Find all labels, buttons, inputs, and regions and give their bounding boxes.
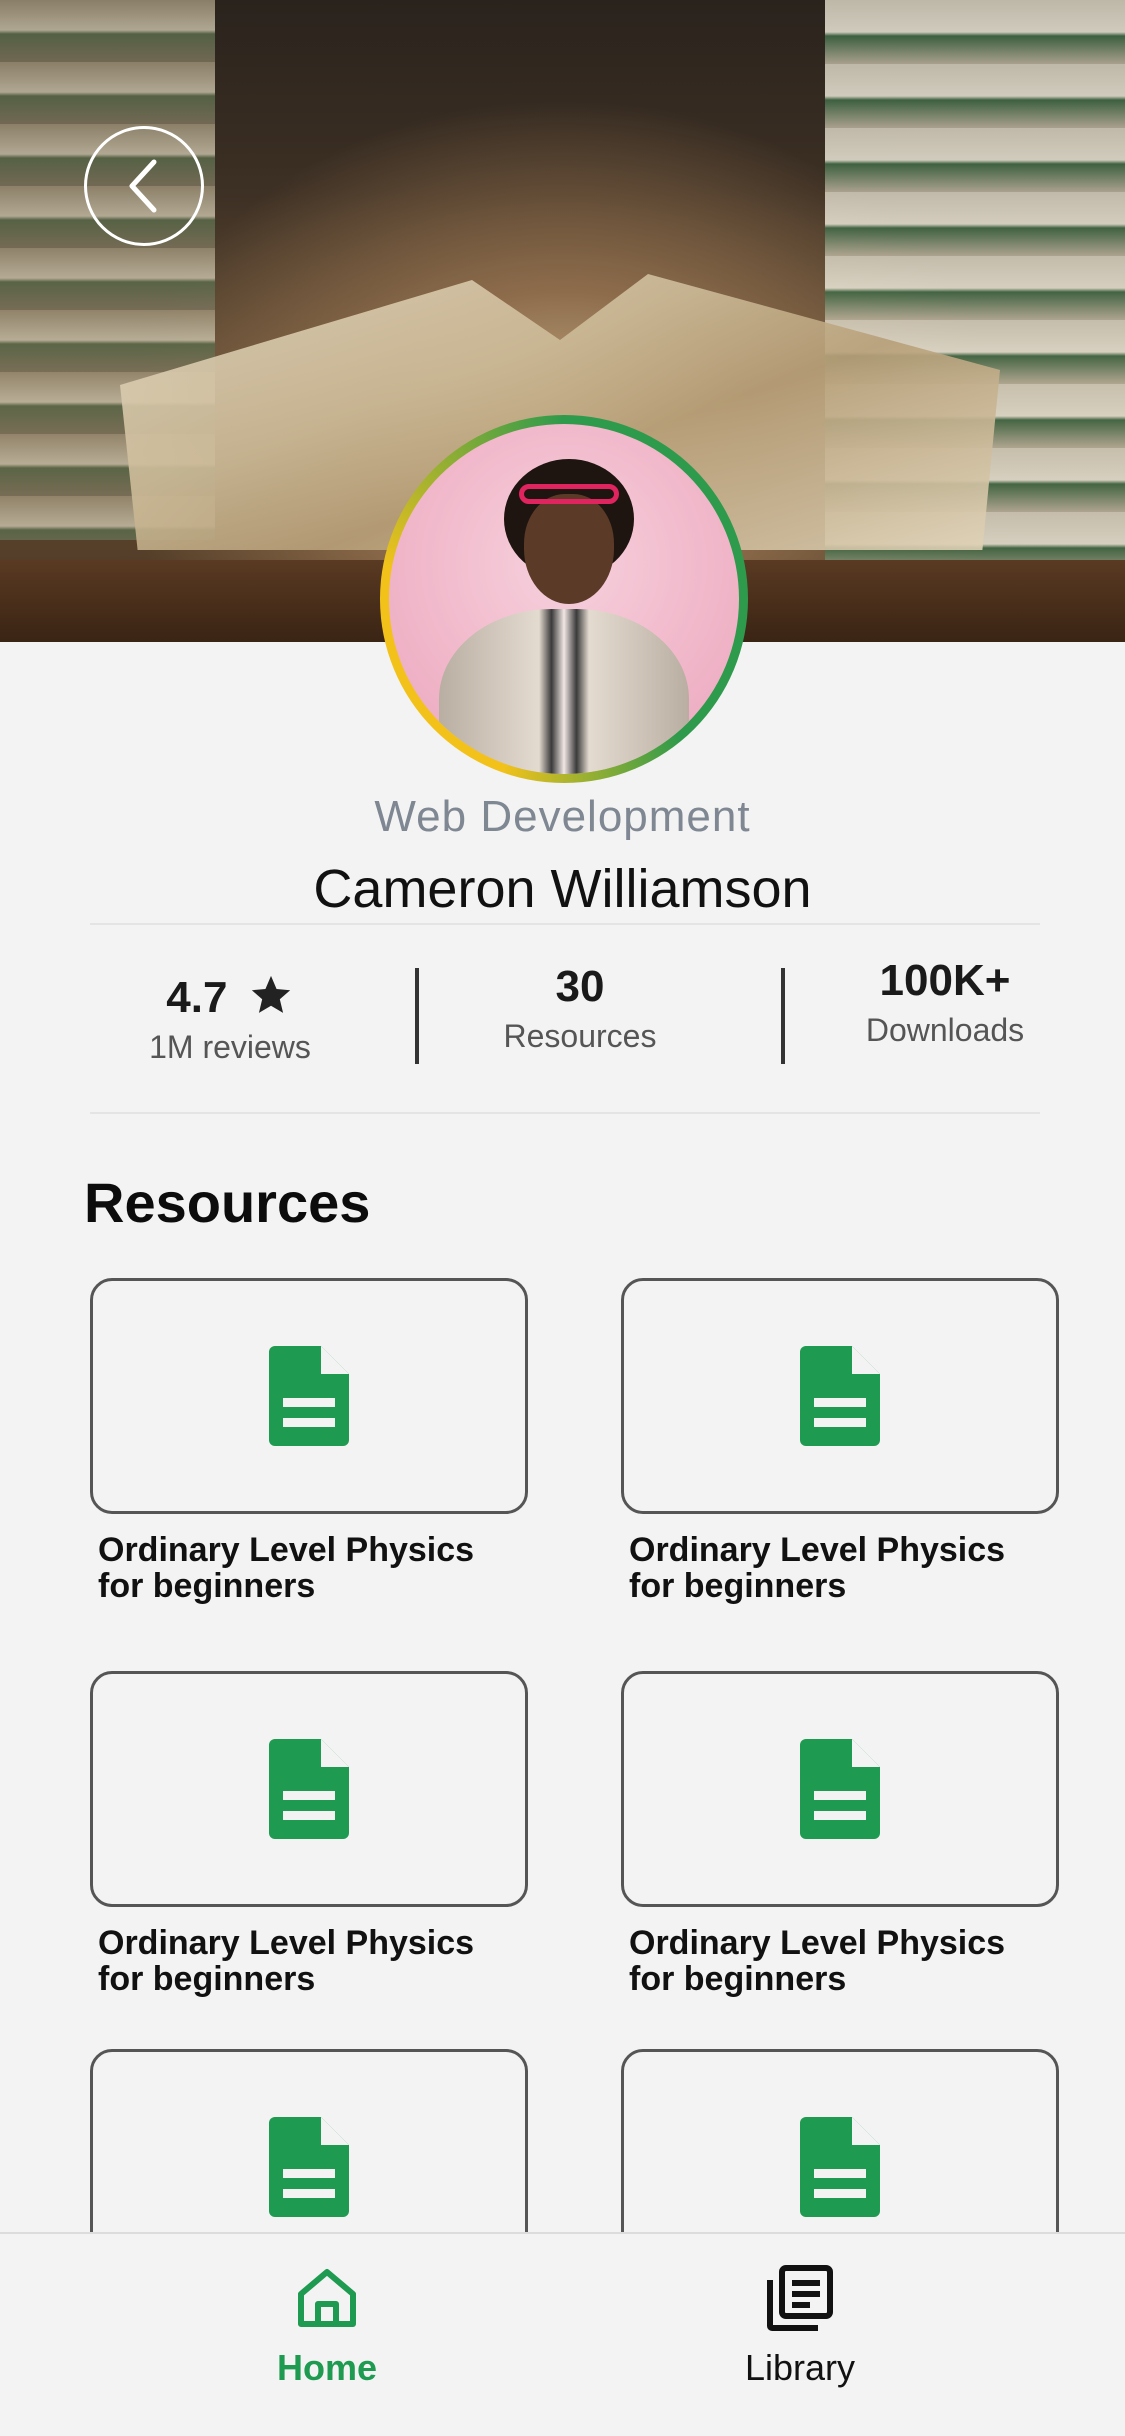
profile-name: Cameron Williamson: [313, 859, 812, 919]
library-icon: [767, 2265, 833, 2331]
document-icon: [269, 1739, 349, 1839]
section-title-resources: Resources: [84, 1171, 371, 1234]
document-icon: [800, 1346, 880, 1446]
document-icon: [269, 2117, 349, 2217]
stat-resources-label: Resources: [503, 1018, 657, 1054]
resource-card[interactable]: Ordinary Level Physics for beginners: [90, 1671, 528, 1997]
resource-thumbnail[interactable]: [90, 1671, 528, 1907]
resource-card[interactable]: Ordinary Level Physics for beginners: [90, 1278, 528, 1604]
stat-downloads-label: Downloads: [865, 1012, 1025, 1048]
resource-title-line1: Ordinary Level Physics: [98, 1924, 475, 1962]
avatar-glasses: [519, 484, 619, 504]
stat-rating-value: 4.7: [130, 972, 330, 1023]
resource-title-line1: Ordinary Level Physics: [629, 1924, 1006, 1962]
document-icon: [800, 2117, 880, 2217]
resource-card[interactable]: Ordinary Level Physics for beginners: [621, 1671, 1059, 1997]
home-icon: [298, 2269, 356, 2327]
resource-title: Ordinary Level Physics for beginners: [621, 1532, 1059, 1604]
nav-item-home[interactable]: Home: [177, 2264, 477, 2389]
stat-resources: 30 Resources: [480, 962, 680, 1055]
resource-title: Ordinary Level Physics for beginners: [90, 1925, 528, 1997]
avatar-face: [524, 494, 614, 604]
nav-label-library: Library: [744, 2347, 856, 2388]
stat-downloads: 100K+ Downloads: [845, 956, 1045, 1049]
stat-rating-label: 1M reviews: [149, 1029, 311, 1065]
resource-thumbnail[interactable]: [621, 1671, 1059, 1907]
resource-title-line2: for beginners: [98, 1567, 316, 1605]
chevron-left-icon: [129, 159, 157, 213]
resource-title: Ordinary Level Physics for beginners: [90, 1532, 528, 1604]
stat-rating: 4.7 1M reviews: [130, 972, 330, 1066]
bottom-nav: Home Library: [0, 2232, 1125, 2436]
resource-title-line1: Ordinary Level Physics: [98, 1531, 475, 1569]
nav-item-library[interactable]: Library: [650, 2264, 950, 2389]
star-icon: [251, 975, 290, 1013]
rating-number: 4.7: [166, 973, 228, 1022]
resource-title-line2: for beginners: [629, 1960, 847, 1998]
avatar-ring: [380, 415, 748, 783]
resource-thumbnail[interactable]: [621, 1278, 1059, 1514]
back-button[interactable]: [84, 126, 204, 246]
divider-bottom: [90, 1112, 1040, 1114]
resource-title: Ordinary Level Physics for beginners: [621, 1925, 1059, 1997]
avatar[interactable]: [389, 424, 739, 774]
stat-separator: [781, 968, 785, 1064]
document-icon: [800, 1739, 880, 1839]
document-icon: [269, 1346, 349, 1446]
profile-subtitle: Web Development: [374, 792, 751, 841]
stat-downloads-value: 100K+: [879, 956, 1011, 1005]
avatar-jacket: [439, 609, 689, 774]
resource-thumbnail[interactable]: [90, 1278, 528, 1514]
nav-label-home: Home: [276, 2347, 378, 2388]
resource-title-line2: for beginners: [629, 1567, 847, 1605]
resource-title-line1: Ordinary Level Physics: [629, 1531, 1006, 1569]
stat-resources-value: 30: [555, 962, 605, 1011]
stat-separator: [415, 968, 419, 1064]
resource-title-line2: for beginners: [98, 1960, 316, 1998]
resource-card[interactable]: Ordinary Level Physics for beginners: [621, 1278, 1059, 1604]
divider-top: [90, 923, 1040, 925]
